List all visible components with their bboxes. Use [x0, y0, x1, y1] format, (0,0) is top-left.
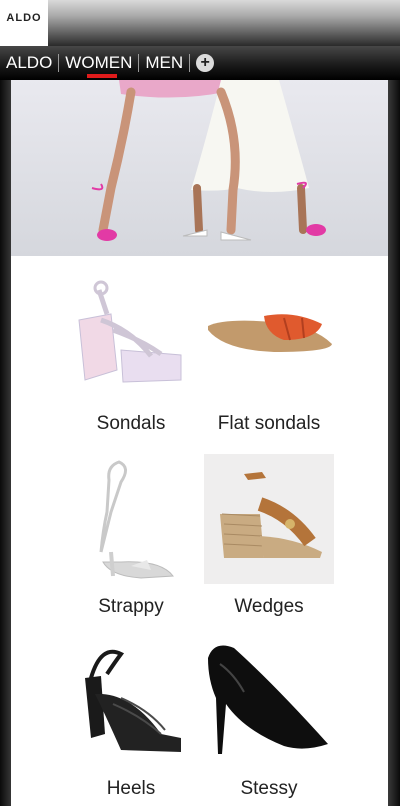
category-tile-strappy[interactable]	[61, 452, 191, 582]
content-panel: Sondals Flat sondals Strappy Wedges Heel…	[11, 80, 388, 806]
tab-aldo[interactable]: ALDO	[0, 46, 58, 80]
tab-women[interactable]: WOMEN	[59, 46, 138, 80]
pump-icon	[208, 645, 328, 754]
platform-sandal-icon	[78, 280, 182, 383]
hero-banner[interactable]	[11, 80, 388, 256]
aldo-logo[interactable]: ALDO	[0, 0, 48, 46]
logo-text: ALDO	[6, 12, 42, 24]
tab-bar: ALDO WOMEN MEN +	[0, 46, 400, 80]
top-bar: ALDO	[0, 0, 400, 46]
slide-sandal-icon	[208, 314, 332, 352]
category-tile-heels[interactable]	[61, 634, 191, 764]
category-tile-flat-sondals[interactable]	[204, 270, 334, 400]
hero-illustration	[91, 80, 326, 241]
strappy-heel-icon	[99, 460, 174, 579]
category-label-strappy[interactable]: Strappy	[51, 596, 211, 618]
category-label-sondals[interactable]: Sondals	[51, 413, 211, 435]
category-label-flat-sondals[interactable]: Flat sondals	[189, 413, 349, 435]
category-label-heels[interactable]: Heels	[51, 778, 211, 800]
category-label-stessy[interactable]: Stessy	[189, 778, 349, 800]
category-tile-stessy[interactable]	[204, 634, 334, 764]
tab-men[interactable]: MEN	[139, 46, 189, 80]
wedge-sandal-icon	[220, 472, 322, 558]
tab-divider	[189, 54, 191, 72]
category-tile-sondals[interactable]	[61, 270, 191, 400]
add-tab-icon[interactable]: +	[196, 54, 215, 72]
category-tile-wedges[interactable]	[204, 454, 334, 584]
platform-heel-icon	[85, 649, 181, 752]
category-label-wedges[interactable]: Wedges	[189, 596, 349, 618]
